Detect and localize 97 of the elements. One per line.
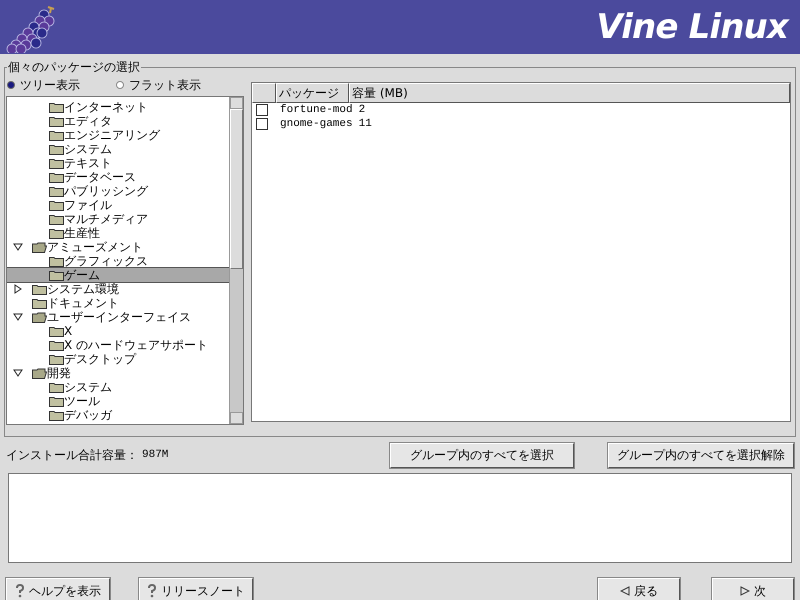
tree-item-label: ファイル xyxy=(64,198,112,212)
group-title: 個々のパッケージの選択 xyxy=(7,59,141,75)
tree-item-label: アミューズメント xyxy=(47,240,143,254)
folder-icon xyxy=(49,354,64,364)
right-triangle-icon xyxy=(740,586,750,596)
tree-item[interactable]: システム xyxy=(7,142,229,156)
tree-item-label: ユーザーインターフェイス xyxy=(47,310,191,324)
tree-item[interactable]: 開発 xyxy=(7,366,229,380)
tree-item[interactable]: システム xyxy=(7,380,229,394)
column-header[interactable] xyxy=(252,83,276,103)
tree-item-label: X のハードウェアサポート xyxy=(64,338,208,352)
folder-icon xyxy=(49,116,64,126)
release-notes-button[interactable]: リリースノート xyxy=(139,578,253,600)
tree-item[interactable]: ユーザーインターフェイス xyxy=(7,310,229,324)
back-button[interactable]: 戻る xyxy=(598,578,680,600)
folder-icon xyxy=(49,214,64,224)
tree-item[interactable]: ツール xyxy=(7,394,229,408)
folder-icon xyxy=(49,340,64,350)
tree-item[interactable]: エディタ xyxy=(7,114,229,128)
tree-item[interactable]: ドキュメント xyxy=(7,296,229,310)
tree-item-label: ドキュメント xyxy=(47,296,119,310)
package-size: 11 xyxy=(358,116,372,132)
help-button[interactable]: ヘルプを表示 xyxy=(6,578,110,600)
tree-item[interactable]: パブリッシング xyxy=(7,184,229,198)
tree-item-label: インターネット xyxy=(64,100,148,114)
tree-item-label: ゲーム xyxy=(64,268,100,282)
collapsed-arrow-icon[interactable] xyxy=(13,284,23,294)
tree-item-label: マルチメディア xyxy=(64,212,148,226)
open-folder-icon xyxy=(32,368,47,378)
tree-item-label: エディタ xyxy=(64,114,112,128)
scrollbar[interactable] xyxy=(229,97,243,424)
tree-item[interactable]: データベース xyxy=(7,170,229,184)
tree-item[interactable]: X xyxy=(7,324,229,338)
tree-item[interactable]: マルチメディア xyxy=(7,212,229,226)
folder-icon xyxy=(49,130,64,140)
view-radio[interactable]: フラット表示 xyxy=(116,76,201,94)
folder-icon xyxy=(49,270,64,280)
package-name: fortune-mod xyxy=(280,102,353,118)
select-all-button[interactable]: グループ内のすべてを選択 xyxy=(390,442,574,468)
column-header[interactable]: 容量 (MB) xyxy=(349,83,790,103)
folder-icon xyxy=(49,186,64,196)
folder-icon xyxy=(49,200,64,210)
left-triangle-icon xyxy=(620,586,630,596)
tree-item[interactable]: X のハードウェアサポート xyxy=(7,338,229,352)
tree-item-label: システム xyxy=(64,142,112,156)
tree-item-label: X xyxy=(64,324,72,338)
tree-item[interactable]: ゲーム xyxy=(7,268,229,282)
tree-item-label: ツール xyxy=(64,394,100,408)
tree-item-label: 生産性 xyxy=(64,226,100,240)
folder-icon xyxy=(49,228,64,238)
folder-icon xyxy=(49,102,64,112)
tree-item[interactable]: システム環境 xyxy=(7,282,229,296)
package-checkbox[interactable] xyxy=(256,104,268,116)
folder-icon xyxy=(49,382,64,392)
package-checkbox[interactable] xyxy=(256,118,268,130)
tree-item[interactable]: テキスト xyxy=(7,156,229,170)
question-icon xyxy=(15,584,25,598)
tree-item[interactable]: エンジニアリング xyxy=(7,128,229,142)
tree-item[interactable]: インターネット xyxy=(7,100,229,114)
package-size: 2 xyxy=(358,102,366,118)
tree-item-label: システム xyxy=(64,380,112,394)
folder-icon xyxy=(49,172,64,182)
folder-icon xyxy=(49,396,64,406)
brand-title: Vine Linux xyxy=(596,6,790,48)
tree-item-label: パブリッシング xyxy=(64,184,148,198)
open-folder-icon xyxy=(32,312,47,322)
tree-item-label: デスクトップ xyxy=(64,352,136,366)
folder-icon xyxy=(32,298,47,308)
folder-icon xyxy=(49,144,64,154)
expanded-arrow-icon[interactable] xyxy=(13,242,23,252)
open-folder-icon xyxy=(32,242,47,252)
next-button[interactable]: 次 xyxy=(712,578,794,600)
tree-item[interactable]: グラフィックス xyxy=(7,254,229,268)
tree-item-label: システム環境 xyxy=(47,282,119,296)
folder-icon xyxy=(49,410,64,420)
total-size-value: 987M xyxy=(142,448,168,463)
deselect-all-button[interactable]: グループ内のすべてを選択解除 xyxy=(608,442,794,468)
expanded-arrow-icon[interactable] xyxy=(13,368,23,378)
view-radio[interactable]: ツリー表示 xyxy=(7,76,80,94)
tree-item-label: エンジニアリング xyxy=(64,128,160,142)
tree-item-label: データベース xyxy=(64,170,136,184)
tree-item-label: デバッガ xyxy=(64,408,112,422)
tree-item-label: 開発 xyxy=(47,366,71,380)
folder-icon xyxy=(49,158,64,168)
tree-item[interactable]: アミューズメント xyxy=(7,240,229,254)
tree-item[interactable]: デバッガ xyxy=(7,408,229,422)
package-name: gnome-games xyxy=(280,116,353,132)
tree-item-label: グラフィックス xyxy=(64,254,148,268)
tree-item[interactable]: ファイル xyxy=(7,198,229,212)
expanded-arrow-icon[interactable] xyxy=(13,312,23,322)
column-header[interactable]: パッケージ xyxy=(276,83,349,103)
question-icon xyxy=(147,584,157,598)
tree-item[interactable]: デスクトップ xyxy=(7,352,229,366)
tree-item-label: テキスト xyxy=(64,156,112,170)
folder-icon xyxy=(49,326,64,336)
total-size-label: インストール合計容量： xyxy=(6,447,138,464)
tree-item[interactable]: 生産性 xyxy=(7,226,229,240)
